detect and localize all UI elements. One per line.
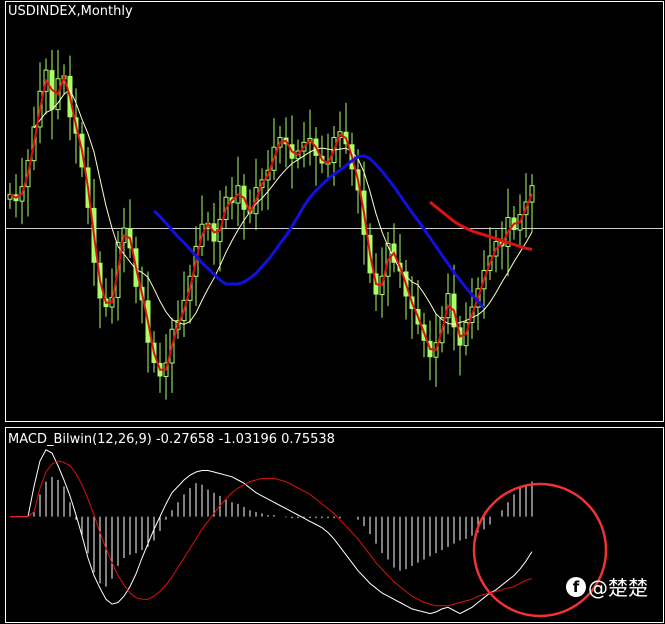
- watermark-text: @楚楚: [588, 576, 648, 600]
- candles: [7, 49, 535, 400]
- facebook-icon: f: [566, 576, 586, 597]
- macd-histogram: [33, 476, 533, 587]
- candle: [529, 174, 535, 232]
- candle: [241, 174, 247, 240]
- price-panel[interactable]: [5, 1, 664, 422]
- candle: [427, 320, 433, 381]
- candle: [451, 264, 457, 351]
- candle: [391, 223, 397, 273]
- thin-moving-average-line: [33, 88, 533, 325]
- candle: [271, 118, 277, 180]
- watermark: f @楚楚: [566, 572, 648, 601]
- candle: [445, 273, 451, 335]
- candle: [55, 49, 61, 120]
- candle: [235, 156, 241, 227]
- candle: [49, 49, 55, 140]
- candle: [199, 195, 205, 257]
- candle: [211, 203, 217, 265]
- candle: [25, 149, 31, 217]
- macd-panel[interactable]: [5, 427, 664, 623]
- price-panel-title: USDINDEX,Monthly: [8, 4, 133, 19]
- macd-panel-title: MACD_Bilwin(12,26,9) -0.27658 -1.03196 0…: [8, 432, 335, 447]
- candle: [307, 109, 313, 166]
- chart-canvas: [5, 1, 664, 623]
- long-moving-average-line: [429, 200, 533, 251]
- candle: [325, 133, 331, 180]
- candle: [265, 150, 271, 210]
- price-panel-frame: [5, 1, 664, 422]
- candle: [313, 126, 319, 186]
- macd-panel-frame: [5, 427, 664, 623]
